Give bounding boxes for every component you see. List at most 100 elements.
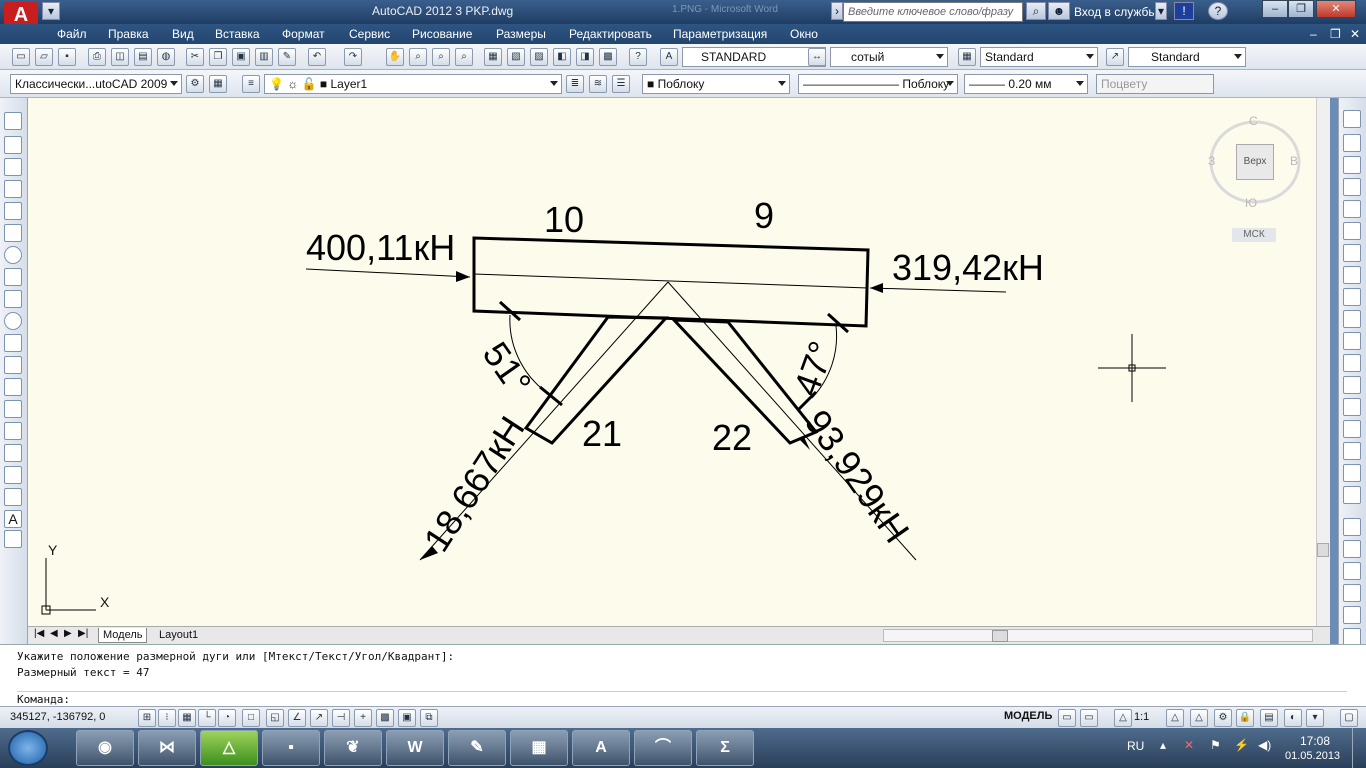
status-bar-menu-icon[interactable]: ▾ <box>1306 709 1324 727</box>
spline-icon[interactable] <box>4 290 22 308</box>
hardware-acceleration-icon[interactable]: ▤ <box>1260 709 1278 727</box>
3d-print-icon[interactable]: ◍ <box>157 48 175 66</box>
mleader-style-icon[interactable]: ↗ <box>1106 48 1124 66</box>
viewcube-north[interactable]: С <box>1249 114 1258 128</box>
login-dropdown-icon[interactable]: ▾ <box>1155 2 1167 20</box>
selection-cycling-icon[interactable]: ⧉ <box>420 709 438 727</box>
zoom-previous-icon[interactable]: ⌕ <box>455 48 473 66</box>
visual-studio-icon[interactable]: ⋈ <box>138 730 196 766</box>
array-icon[interactable] <box>1343 200 1361 218</box>
open-file-icon[interactable]: ▱ <box>35 48 53 66</box>
circle-icon[interactable] <box>4 246 22 264</box>
ellipse-arc-icon[interactable] <box>4 334 22 352</box>
redo-icon[interactable]: ↷ <box>344 48 362 66</box>
make-block-icon[interactable] <box>4 378 22 396</box>
viewcube-east[interactable]: В <box>1290 154 1298 168</box>
wcs-menu[interactable]: МСК <box>1232 228 1276 242</box>
linetype-select[interactable]: ———————— Поблоку <box>798 74 958 94</box>
mleader-style-select[interactable]: Standard <box>1128 47 1246 67</box>
offset-icon[interactable] <box>1343 178 1361 196</box>
layer-previous-icon[interactable]: ≋ <box>589 75 607 93</box>
copy-object-icon[interactable] <box>1343 134 1361 152</box>
trim-icon[interactable] <box>1343 310 1361 328</box>
quick-properties-icon[interactable]: ▣ <box>398 709 416 727</box>
start-button[interactable] <box>8 730 48 766</box>
table-style-icon[interactable]: ▦ <box>958 48 976 66</box>
line-icon[interactable] <box>4 112 22 130</box>
rectangle-icon[interactable] <box>4 202 22 220</box>
tool-palettes-icon[interactable]: ▨ <box>530 48 548 66</box>
transparency-icon[interactable]: ▩ <box>376 709 394 727</box>
chrome-icon[interactable]: ◉ <box>76 730 134 766</box>
snap-mode-icon[interactable]: ⁝ <box>158 709 176 727</box>
mathcad-icon[interactable]: Σ <box>696 730 754 766</box>
undo-icon[interactable]: ↶ <box>308 48 326 66</box>
users-icon[interactable]: ☻ <box>1048 2 1070 20</box>
menu-view[interactable]: Вид <box>172 27 194 41</box>
power-icon[interactable]: ⚡ <box>1234 738 1249 752</box>
break-at-point-icon[interactable] <box>1343 354 1361 372</box>
quick-view-drawings-icon[interactable]: ▭ <box>1080 709 1098 727</box>
arc-icon[interactable] <box>4 224 22 242</box>
lock-ui-icon[interactable]: 🔒 <box>1236 709 1254 727</box>
annotation-visibility-icon[interactable]: △ <box>1166 709 1184 727</box>
workspace-select[interactable]: Классически...utoCAD 2009 <box>10 74 182 94</box>
quick-view-layouts-icon[interactable]: ▭ <box>1058 709 1076 727</box>
clock-date[interactable]: 01.05.2013 <box>1285 750 1340 762</box>
lineweight-toggle-icon[interactable]: + <box>354 709 372 727</box>
menu-dimension[interactable]: Размеры <box>496 27 546 41</box>
label-segment-22[interactable]: 22 <box>712 420 752 456</box>
search-icon[interactable]: ⌕ <box>1026 2 1046 20</box>
erase-icon[interactable] <box>1343 110 1361 128</box>
volume-icon[interactable]: ◀) <box>1258 738 1271 752</box>
workspace-switching-icon[interactable]: ⚙ <box>1214 709 1232 727</box>
viewcube-west[interactable]: З <box>1208 154 1215 168</box>
archicad-icon[interactable]: △ <box>200 730 258 766</box>
restore-button[interactable]: ❐ <box>1288 0 1314 18</box>
grid-display-icon[interactable]: ▦ <box>178 709 196 727</box>
hatch-icon[interactable] <box>4 422 22 440</box>
block-editor-icon[interactable]: ✎ <box>278 48 296 66</box>
horizontal-scrollbar[interactable] <box>883 629 1313 642</box>
auto-scale-icon[interactable]: △ <box>1190 709 1208 727</box>
extend-icon[interactable] <box>1343 332 1361 350</box>
first-tab-icon[interactable]: |◀ <box>34 628 44 639</box>
zoom-window-icon[interactable]: ⌕ <box>432 48 450 66</box>
save-icon[interactable]: ▪ <box>58 48 76 66</box>
layer-states-icon[interactable]: ☰ <box>612 75 630 93</box>
network-icon[interactable]: ✕ <box>1184 738 1194 752</box>
match-properties-icon[interactable]: ▥ <box>255 48 273 66</box>
exchange-icon[interactable]: ! <box>1174 2 1194 20</box>
next-tab-icon[interactable]: ▶ <box>64 628 72 639</box>
help-icon[interactable]: ? <box>1208 2 1228 20</box>
menu-parametric[interactable]: Параметризация <box>673 27 767 41</box>
region-icon[interactable] <box>4 466 22 484</box>
draworder-icon[interactable] <box>1343 518 1361 536</box>
help-toolbar-icon[interactable]: ? <box>629 48 647 66</box>
publish-icon[interactable]: ▤ <box>134 48 152 66</box>
dynamic-ucs-icon[interactable]: ↗ <box>310 709 328 727</box>
doc-minimize-icon[interactable]: – <box>1310 27 1317 41</box>
chamfer-icon[interactable] <box>1343 420 1361 438</box>
horizontal-scroll-thumb[interactable] <box>992 630 1008 642</box>
label-segment-10[interactable]: 10 <box>544 202 584 238</box>
viewcube-south[interactable]: Ю <box>1245 196 1257 210</box>
menu-insert[interactable]: Вставка <box>215 27 260 41</box>
annotation-scale[interactable]: 1:1 <box>1134 711 1149 723</box>
layer-select[interactable]: 💡 ☼ 🔓 ■ Layer1 <box>264 74 562 94</box>
close-button[interactable]: ✕ <box>1316 0 1356 18</box>
dynamic-input-icon[interactable]: ⊣ <box>332 709 350 727</box>
fillet-icon[interactable] <box>1343 442 1361 460</box>
polyline-icon[interactable] <box>4 158 22 176</box>
join-icon[interactable] <box>1343 398 1361 416</box>
pan-icon[interactable]: ✋ <box>386 48 404 66</box>
ortho-mode-icon[interactable]: └ <box>198 709 216 727</box>
dim-style-icon[interactable]: ↔ <box>808 48 826 66</box>
prev-tab-icon[interactable]: ◀ <box>50 628 58 639</box>
vertical-scroll-thumb[interactable] <box>1317 543 1329 557</box>
tab-model[interactable]: Модель <box>98 628 148 643</box>
draworder-back-icon[interactable] <box>1343 562 1361 580</box>
model-space-toggle[interactable]: МОДЕЛЬ <box>1004 710 1052 722</box>
menu-window[interactable]: Окно <box>790 27 818 41</box>
polar-tracking-icon[interactable]: ◔ <box>218 709 236 727</box>
